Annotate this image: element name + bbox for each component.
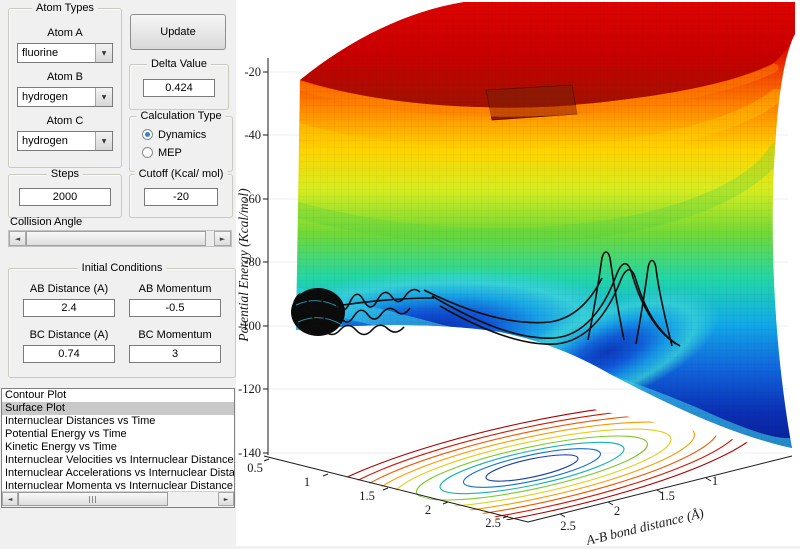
atom-a-dropdown[interactable]: fluorine ▼	[17, 43, 113, 63]
svg-text:-140: -140	[238, 446, 261, 460]
z-axis-label: Potential Energy (Kcal/mol)	[236, 188, 251, 343]
steps-panel: Steps	[8, 174, 122, 218]
surface-plot-area: -20 -40 -60 -80 -100 -120 -140 0.5 1 1.5…	[236, 0, 800, 546]
svg-text:-40: -40	[244, 128, 261, 142]
svg-text:2.5: 2.5	[560, 519, 576, 533]
ab-distance-label: AB Distance (A)	[23, 283, 115, 295]
scroll-right-arrow-icon[interactable]: ►	[218, 492, 234, 506]
atom-b-value: hydrogen	[18, 91, 95, 103]
atom-a-value: fluorine	[18, 47, 95, 59]
svg-text:2.5: 2.5	[485, 516, 501, 530]
radio-dynamics-label: Dynamics	[158, 129, 206, 141]
radio-mep-label: MEP	[158, 147, 182, 159]
radio-icon[interactable]	[142, 129, 153, 140]
ab-momentum-label: AB Momentum	[129, 283, 221, 295]
cutoff-panel: Cutoff (Kcal/ mol)	[129, 174, 233, 218]
initial-conditions-title: Initial Conditions	[78, 262, 167, 274]
plot-list-item[interactable]: Internuclear Accelerations vs Internucle…	[2, 467, 234, 480]
bc-momentum-label: BC Momentum	[129, 329, 221, 341]
bc-distance-label: BC Distance (A)	[23, 329, 115, 341]
listbox-hscrollbar[interactable]: ◄ ►	[2, 491, 234, 507]
radio-icon[interactable]	[142, 147, 153, 158]
calculation-type-panel: Calculation Type Dynamics MEP	[129, 116, 233, 172]
scrollbar-thumb[interactable]	[18, 492, 168, 506]
plot-type-listbox[interactable]: Contour Plot Surface Plot Internuclear D…	[1, 388, 235, 508]
atom-types-title: Atom Types	[32, 2, 98, 14]
radio-dynamics[interactable]: Dynamics	[142, 128, 206, 141]
collision-angle-label: Collision Angle	[10, 216, 82, 228]
atom-types-panel: Atom Types Atom A fluorine ▼ Atom B hydr…	[8, 8, 122, 168]
chevron-down-icon[interactable]: ▼	[95, 44, 112, 62]
plot-list-item[interactable]: Kinetic Energy vs Time	[2, 441, 234, 454]
scrollbar-grip-icon	[89, 496, 98, 503]
atom-b-label: Atom B	[9, 71, 121, 83]
svg-text:1: 1	[304, 475, 310, 489]
ab-distance-field[interactable]	[23, 299, 115, 317]
initial-conditions-panel: Initial Conditions AB Distance (A) AB Mo…	[8, 268, 236, 378]
svg-text:2: 2	[614, 504, 620, 518]
atom-b-dropdown[interactable]: hydrogen ▼	[17, 87, 113, 107]
svg-text:-120: -120	[238, 382, 261, 396]
plot-list-item[interactable]: Contour Plot	[2, 389, 234, 402]
slider-left-arrow-icon[interactable]: ◄	[9, 231, 26, 246]
svg-text:1.5: 1.5	[659, 489, 675, 503]
atom-c-dropdown[interactable]: hydrogen ▼	[17, 131, 113, 151]
delta-value-panel: Delta Value	[129, 64, 229, 110]
scroll-left-arrow-icon[interactable]: ◄	[2, 492, 18, 506]
atom-c-value: hydrogen	[18, 135, 95, 147]
bc-distance-field[interactable]	[23, 345, 115, 363]
delta-value-title: Delta Value	[147, 58, 211, 70]
update-button[interactable]: Update	[130, 14, 226, 50]
steps-title: Steps	[47, 168, 83, 180]
chevron-down-icon[interactable]: ▼	[95, 88, 112, 106]
svg-text:-20: -20	[244, 65, 261, 79]
cutoff-field[interactable]	[144, 188, 218, 206]
plot-list-item[interactable]: Internuclear Distances vs Time	[2, 415, 234, 428]
collision-angle-slider[interactable]: ◄ ►	[8, 230, 232, 247]
bc-momentum-field[interactable]	[129, 345, 221, 363]
slider-right-arrow-icon[interactable]: ►	[214, 231, 231, 246]
steps-field[interactable]	[19, 188, 111, 206]
svg-text:0.5: 0.5	[247, 461, 263, 475]
chevron-down-icon[interactable]: ▼	[95, 132, 112, 150]
atom-c-label: Atom C	[9, 115, 121, 127]
plot-list-item[interactable]: Internuclear Velocities vs Internuclear …	[2, 454, 234, 467]
cutoff-title: Cutoff (Kcal/ mol)	[135, 168, 228, 180]
calculation-type-title: Calculation Type	[136, 110, 225, 122]
radio-mep[interactable]: MEP	[142, 146, 182, 159]
delta-value-field[interactable]	[143, 79, 215, 97]
surface-plot-canvas: -20 -40 -60 -80 -100 -120 -140 0.5 1 1.5…	[236, 0, 800, 546]
ab-momentum-field[interactable]	[129, 299, 221, 317]
atom-a-label: Atom A	[9, 27, 121, 39]
slider-thumb[interactable]	[26, 231, 206, 246]
plot-list-item[interactable]: Surface Plot	[2, 402, 234, 415]
svg-text:1.5: 1.5	[359, 489, 375, 503]
plot-list-item[interactable]: Potential Energy vs Time	[2, 428, 234, 441]
svg-text:2: 2	[425, 503, 431, 517]
svg-text:1: 1	[712, 474, 718, 488]
